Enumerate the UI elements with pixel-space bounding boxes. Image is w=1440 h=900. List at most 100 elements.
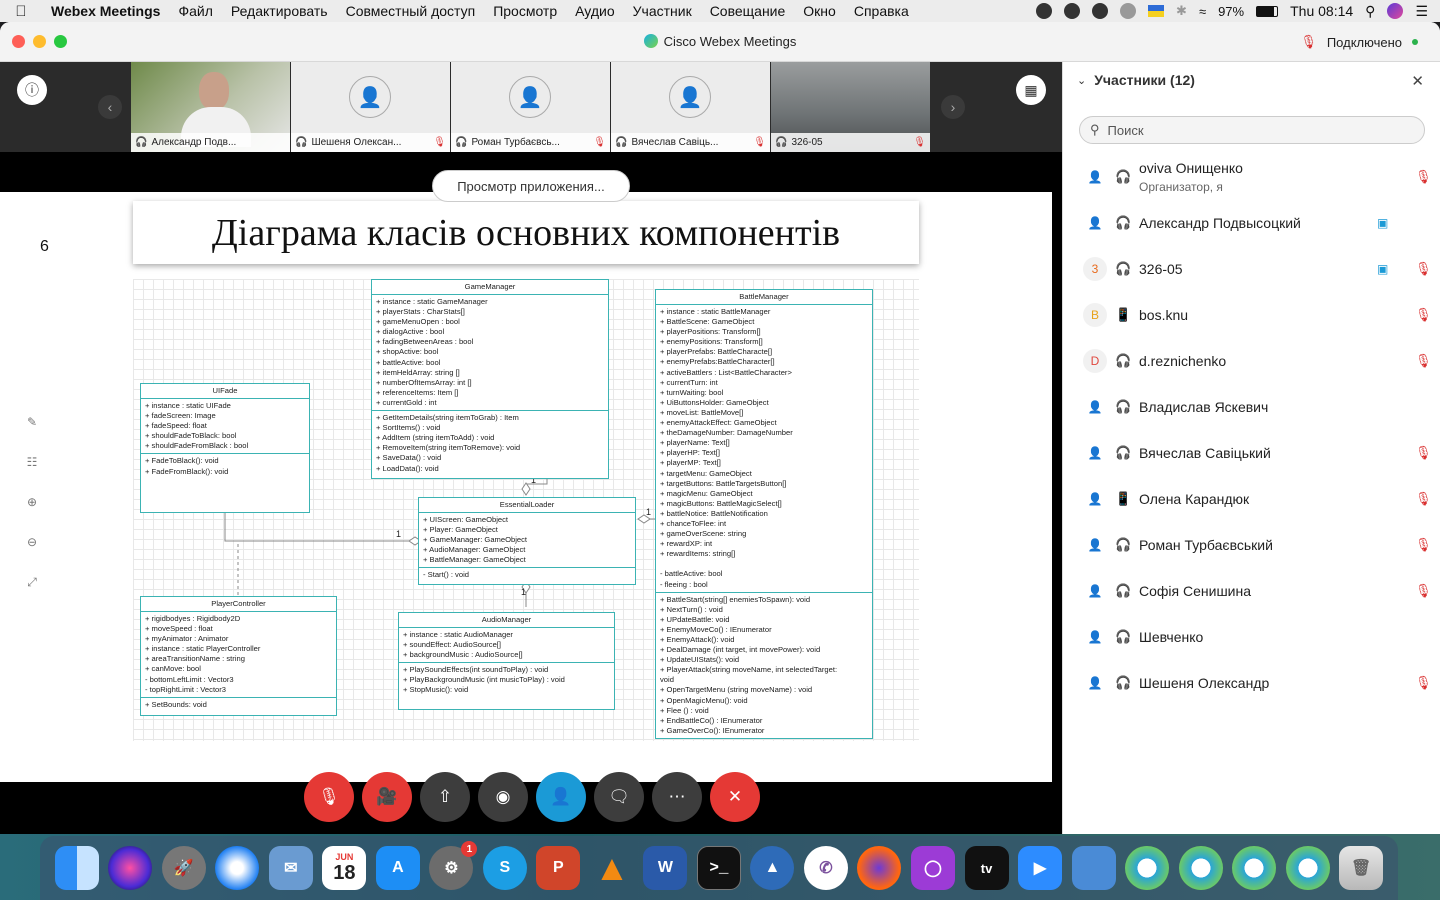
participant-video-face bbox=[199, 72, 229, 110]
battery-icon[interactable] bbox=[1256, 5, 1279, 17]
trash-icon[interactable]: 🗑 bbox=[1339, 846, 1384, 890]
search-input[interactable]: Поиск bbox=[1108, 123, 1144, 138]
menu-audio[interactable]: Аудио bbox=[566, 3, 624, 19]
menu-edit[interactable]: Редактировать bbox=[222, 3, 337, 19]
preview-icon[interactable]: ✉ bbox=[268, 846, 313, 890]
video-tile[interactable]: 🎧 326-05 🎙 bbox=[771, 62, 930, 152]
chat-button[interactable]: 🗨 bbox=[594, 772, 644, 822]
control-center-icon[interactable]: ☰ bbox=[1415, 3, 1428, 20]
participant-row[interactable]: 👤 🎧 Александр Подвысоцкий ▣ bbox=[1063, 200, 1440, 246]
info-button[interactable]: ⓘ bbox=[17, 75, 47, 105]
terminal-icon[interactable]: >_ bbox=[696, 846, 741, 890]
file-manager-icon[interactable] bbox=[1071, 846, 1116, 890]
menu-share[interactable]: Совместный доступ bbox=[337, 3, 485, 19]
viber-icon[interactable]: ✆ bbox=[803, 846, 848, 890]
webex-share-icon[interactable] bbox=[1285, 846, 1330, 890]
participant-row[interactable]: 👤 📱 Олена Карандюк 🎙 bbox=[1063, 476, 1440, 522]
avatar-placeholder-icon: 👤 bbox=[669, 76, 711, 118]
clock-tray-icon[interactable] bbox=[1092, 3, 1109, 19]
siri-icon[interactable] bbox=[1387, 3, 1404, 19]
share-button[interactable]: ⇧ bbox=[420, 772, 470, 822]
participant-row[interactable]: B 📱 bos.knu 🎙 bbox=[1063, 292, 1440, 338]
uml-class-name: EssentialLoader bbox=[419, 498, 635, 513]
pen-icon[interactable]: ✎ bbox=[14, 402, 50, 442]
participant-row[interactable]: D 🎧 d.reznichenko 🎙 bbox=[1063, 338, 1440, 384]
minimize-window-button[interactable] bbox=[33, 35, 46, 48]
word-icon[interactable]: W bbox=[643, 846, 688, 890]
annotate-icon[interactable]: ☷ bbox=[14, 442, 50, 482]
disk-utility-icon[interactable]: ▲ bbox=[750, 846, 795, 890]
video-tile[interactable]: 👤 🎧 Шешеня Олексан... 🎙 bbox=[291, 62, 450, 152]
collapse-icon[interactable]: ⌄ bbox=[1077, 74, 1086, 87]
fit-screen-icon[interactable]: ⤢ bbox=[14, 562, 50, 602]
zoom-icon[interactable]: ▶ bbox=[1018, 846, 1063, 890]
uml-fields-section: + instance : static AudioManager + soundE… bbox=[399, 628, 614, 664]
participant-row[interactable]: 👤 🎧 oviva Онищенко Организатор, я 🎙 bbox=[1063, 154, 1440, 200]
viber-tray-icon[interactable] bbox=[1036, 3, 1053, 19]
participant-row[interactable]: 3 🎧 326-05 ▣ 🎙 bbox=[1063, 246, 1440, 292]
mute-button[interactable]: 🎙 bbox=[304, 772, 354, 822]
close-window-button[interactable] bbox=[12, 35, 25, 48]
participant-row[interactable]: 👤 🎧 Шешеня Олександр 🎙 bbox=[1063, 660, 1440, 706]
finder-icon[interactable] bbox=[54, 846, 99, 890]
menu-window[interactable]: Окно bbox=[794, 3, 845, 19]
menu-meeting[interactable]: Совещание bbox=[701, 3, 795, 19]
uml-field: + instance : static GameManager bbox=[376, 297, 488, 306]
app-store-icon[interactable]: A bbox=[375, 846, 420, 890]
siri-app-icon[interactable] bbox=[108, 846, 153, 890]
mic-muted-icon: 🎙 bbox=[1415, 491, 1432, 506]
participant-row[interactable]: 👤 🎧 Владислав Яскевич bbox=[1063, 384, 1440, 430]
wifi-icon[interactable]: ≈ bbox=[1199, 4, 1206, 19]
participant-row[interactable]: 👤 🎧 Софія Сенишина 🎙 bbox=[1063, 568, 1440, 614]
safari-icon[interactable]: ✦ bbox=[215, 846, 260, 890]
participant-search[interactable]: ⚲ Поиск bbox=[1079, 116, 1425, 144]
apple-tv-icon[interactable]: tv bbox=[964, 846, 1009, 890]
uml-field: + GameManager: GameObject bbox=[423, 535, 528, 545]
webex-teams-icon[interactable] bbox=[1232, 846, 1277, 890]
apple-icon[interactable]:  bbox=[0, 3, 42, 20]
headset-icon: 🎧 bbox=[135, 137, 148, 148]
menu-help[interactable]: Справка bbox=[845, 3, 918, 19]
podcasts-icon[interactable]: ◯ bbox=[911, 846, 955, 890]
ukraine-flag-icon[interactable] bbox=[1148, 5, 1165, 17]
menu-participant[interactable]: Участник bbox=[624, 3, 701, 19]
calendar-icon[interactable]: JUN 18 bbox=[322, 846, 367, 890]
maximize-window-button[interactable] bbox=[54, 35, 67, 48]
menu-file[interactable]: Файл bbox=[169, 3, 221, 19]
layout-button[interactable]: ▦ bbox=[1016, 75, 1046, 105]
strip-prev-icon[interactable]: ‹ bbox=[98, 95, 122, 119]
leave-meeting-button[interactable]: ✕ bbox=[710, 772, 760, 822]
spotlight-icon[interactable]: ⚲ bbox=[1365, 3, 1375, 20]
menu-view[interactable]: Просмотр bbox=[484, 3, 566, 19]
participant-row[interactable]: 👤 🎧 Вячеслав Савіцький 🎙 bbox=[1063, 430, 1440, 476]
stop-video-button[interactable]: 🎥 bbox=[362, 772, 412, 822]
strip-next-icon[interactable]: › bbox=[941, 95, 965, 119]
bluetooth-icon[interactable]: ✱ bbox=[1176, 3, 1187, 19]
uml-field: + battleNotice: BattleNotification bbox=[660, 508, 768, 518]
vlc-icon[interactable]: ▲ bbox=[590, 846, 634, 890]
clock[interactable]: Thu 08:14 bbox=[1290, 3, 1353, 19]
more-button[interactable]: ⋯ bbox=[652, 772, 702, 822]
zoom-out-icon[interactable]: ⊖ bbox=[14, 522, 50, 562]
launchpad-icon[interactable]: 🚀 bbox=[161, 846, 206, 890]
webex-meetings-icon[interactable] bbox=[1178, 846, 1223, 890]
video-tile[interactable]: 🎧 Александр Подв... bbox=[131, 62, 290, 152]
system-preferences-icon[interactable]: ⚙ 1 bbox=[429, 841, 478, 890]
webex-dock-icon[interactable] bbox=[1125, 846, 1170, 890]
zoom-in-icon[interactable]: ⊕ bbox=[14, 482, 50, 522]
powerpoint-icon[interactable]: P bbox=[536, 846, 581, 890]
participants-button[interactable]: 👤 bbox=[536, 772, 586, 822]
video-tile[interactable]: 👤 🎧 Вячеслав Савіць... 🎙 bbox=[611, 62, 770, 152]
firefox-icon[interactable] bbox=[857, 846, 902, 890]
skype-icon[interactable]: S bbox=[482, 846, 527, 890]
webex-tray-icon[interactable] bbox=[1120, 3, 1137, 19]
participant-row[interactable]: 👤 🎧 Роман Турбаєвський 🎙 bbox=[1063, 522, 1440, 568]
view-application-button[interactable]: Просмотр приложения... bbox=[432, 170, 630, 202]
cloud-tray-icon[interactable] bbox=[1064, 3, 1081, 19]
participant-row[interactable]: 👤 🎧 Шевченко bbox=[1063, 614, 1440, 660]
record-button[interactable]: ◉ bbox=[478, 772, 528, 822]
menu-app-name[interactable]: Webex Meetings bbox=[42, 3, 169, 19]
close-panel-icon[interactable]: ✕ bbox=[1411, 72, 1424, 90]
video-tile-name: Шешеня Олексан... bbox=[311, 137, 402, 148]
video-tile[interactable]: 👤 🎧 Роман Турбаєвсь... 🎙 bbox=[451, 62, 610, 152]
